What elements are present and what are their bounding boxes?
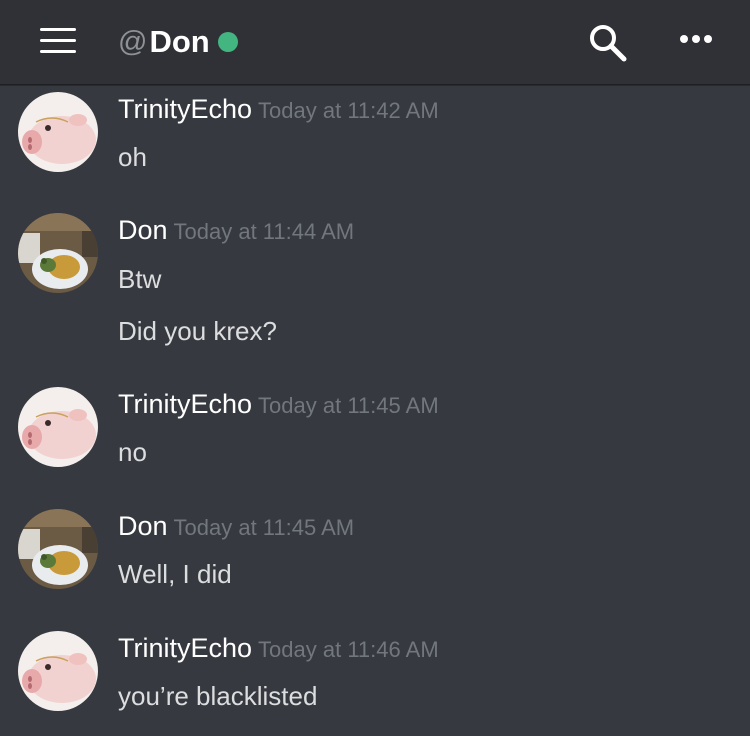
pig-avatar[interactable] xyxy=(18,631,98,711)
message-header: Don Today at 11:44 AM xyxy=(118,215,354,246)
message-text: Well, I did xyxy=(118,559,232,589)
food-plate-avatar[interactable] xyxy=(18,509,98,589)
message-timestamp: Today at 11:44 AM xyxy=(173,219,355,244)
message-timestamp: Today at 11:45 AM xyxy=(173,515,355,540)
message-header: TrinityEcho Today at 11:42 AM xyxy=(118,94,439,125)
author-name[interactable]: TrinityEcho xyxy=(118,633,252,663)
message-timestamp: Today at 11:46 AM xyxy=(258,637,439,662)
message-timestamp: Today at 11:45 AM xyxy=(258,393,439,418)
message-text: Btw xyxy=(118,264,162,294)
message-timestamp: Today at 11:42 AM xyxy=(258,98,439,123)
author-name[interactable]: TrinityEcho xyxy=(118,389,252,419)
message-header: Don Today at 11:45 AM xyxy=(118,511,354,542)
message-text: you’re blacklisted xyxy=(118,681,318,711)
dm-chat-screen: @ Don TrinityEcho Today at 11:42 AM oh D… xyxy=(0,0,750,736)
pig-avatar[interactable] xyxy=(18,92,98,172)
pig-avatar[interactable] xyxy=(18,387,98,467)
message-header: TrinityEcho Today at 11:46 AM xyxy=(118,633,439,664)
author-name[interactable]: TrinityEcho xyxy=(118,94,252,124)
message-header: TrinityEcho Today at 11:45 AM xyxy=(118,389,439,420)
channel-title: @ Don xyxy=(118,22,238,62)
author-name[interactable]: Don xyxy=(118,215,168,245)
message-text: Did you krex? xyxy=(118,316,277,346)
channel-header: @ Don xyxy=(0,0,750,85)
at-sign: @ xyxy=(118,25,148,58)
message-text: oh xyxy=(118,142,147,172)
search-icon[interactable] xyxy=(588,23,628,63)
hamburger-menu-icon[interactable] xyxy=(40,27,76,53)
food-plate-avatar[interactable] xyxy=(18,213,98,293)
message-text: no xyxy=(118,437,147,467)
online-status-icon xyxy=(217,32,238,52)
author-name[interactable]: Don xyxy=(118,511,168,541)
channel-name: Don xyxy=(149,24,210,59)
more-horizontal-icon[interactable] xyxy=(678,30,714,50)
